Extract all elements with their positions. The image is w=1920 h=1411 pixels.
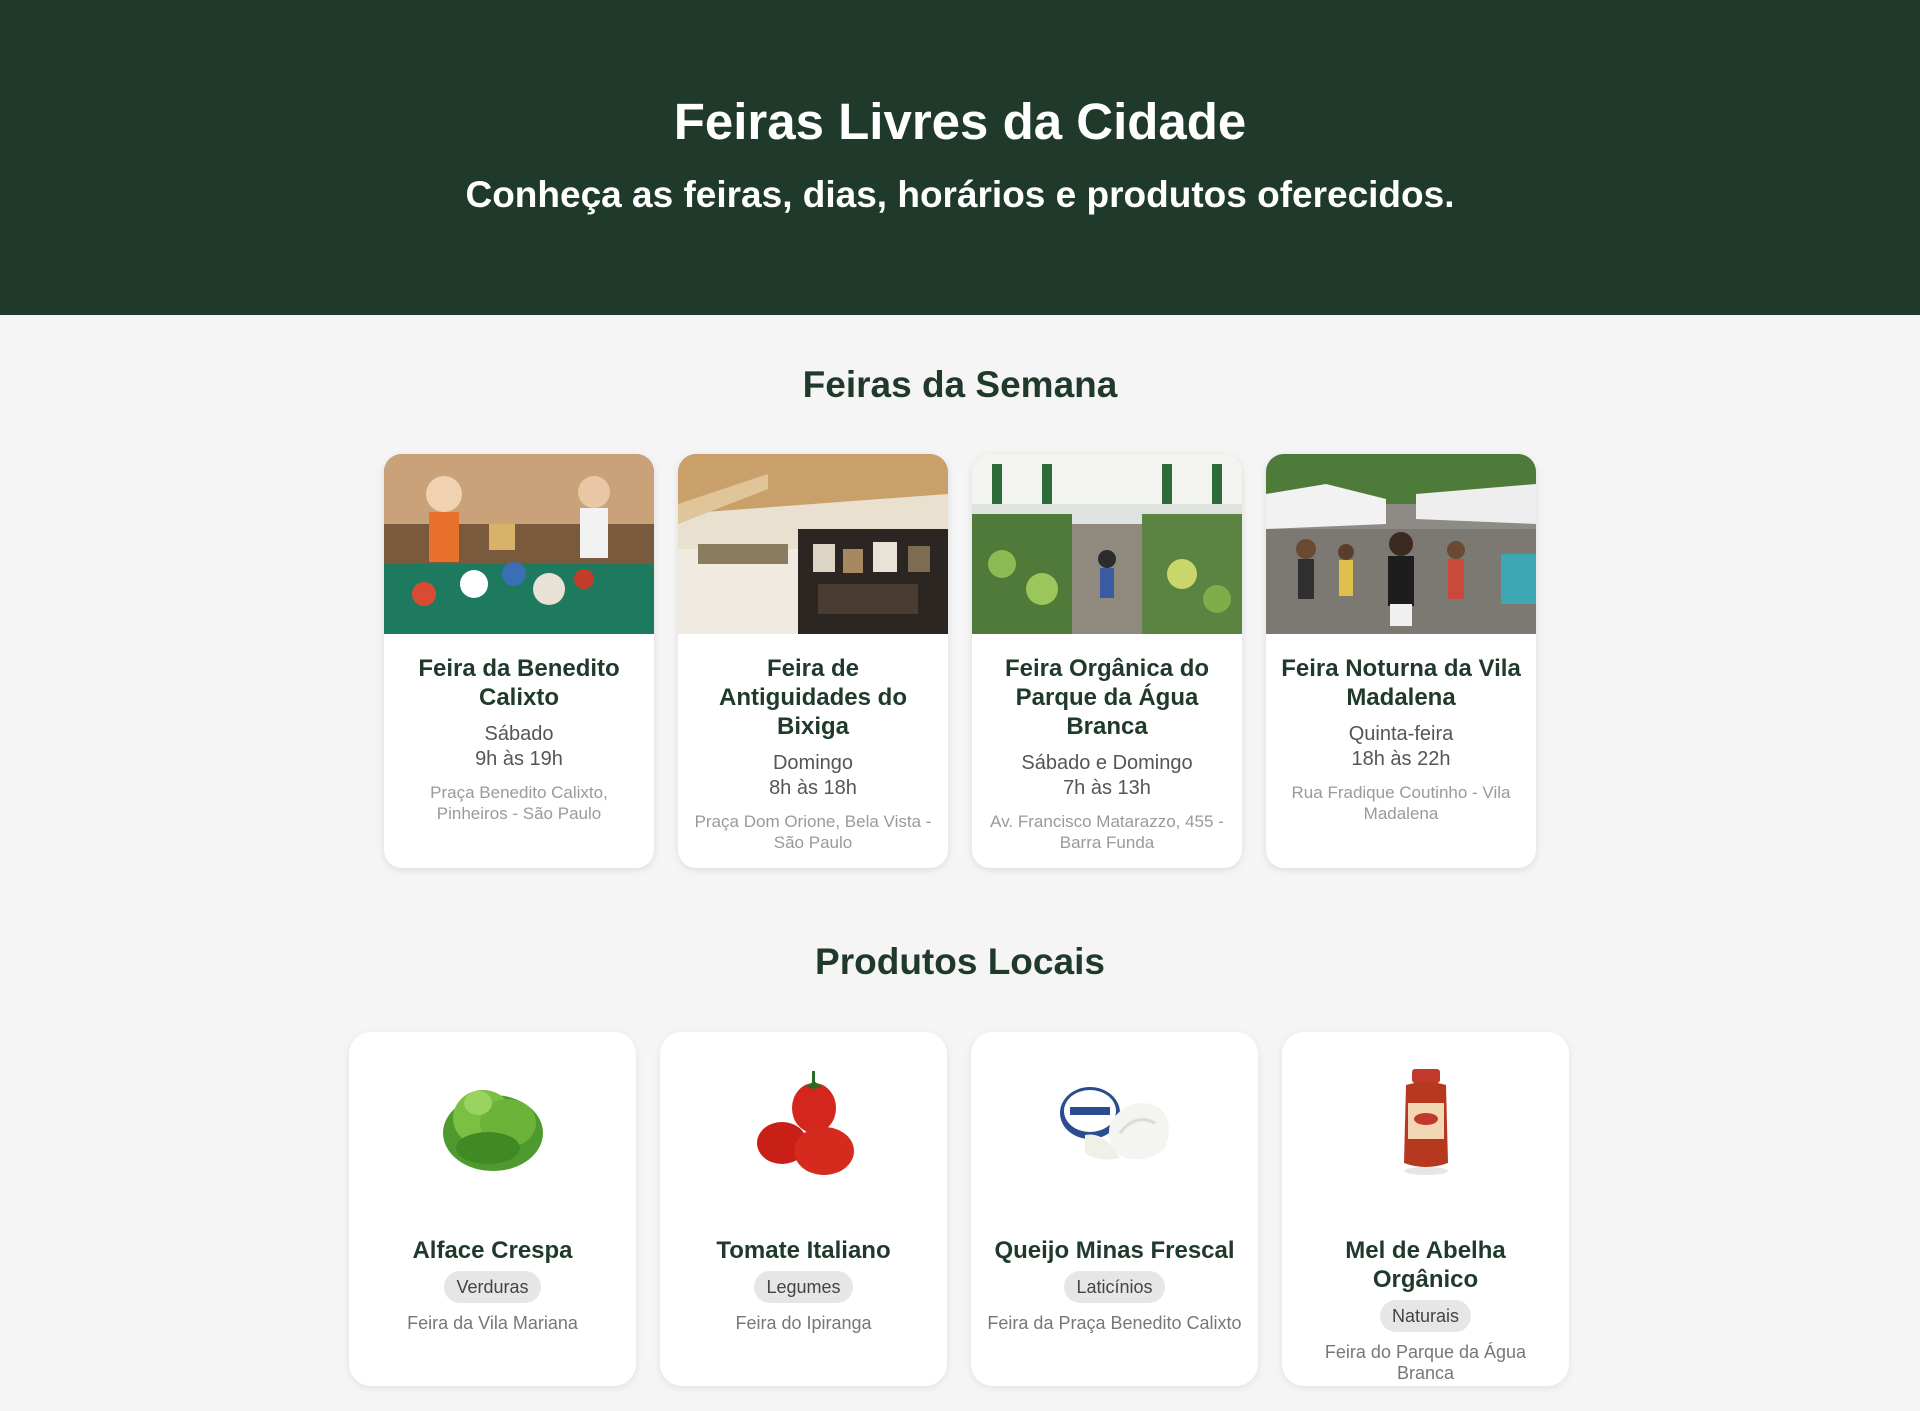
market-card[interactable]: Feira Noturna da Vila Madalena Quinta-fe… — [1266, 454, 1536, 868]
market-photo — [972, 454, 1242, 634]
market-name: Feira de Antiguidades do Bixiga — [719, 655, 907, 740]
market-photo — [1266, 454, 1536, 634]
hero-banner: Feiras Livres da Cidade Conheça as feira… — [0, 0, 1920, 315]
markets-section-title: Feiras da Semana — [802, 364, 1118, 405]
products-section-title: Produtos Locais — [815, 941, 1105, 982]
products-list: Alface Crespa Verduras Feira da Vila Mar… — [349, 1032, 1569, 1386]
category-badge: Laticínios — [1064, 1271, 1165, 1303]
cheese-image — [971, 1058, 1258, 1188]
lettuce-image — [349, 1058, 636, 1188]
market-photo — [678, 454, 948, 634]
market-address: Rua Fradique Coutinho - Vila Madalena — [1291, 783, 1511, 823]
product-name: Queijo Minas Frescal — [994, 1237, 1235, 1264]
market-hours: 18h às 22h — [1351, 748, 1451, 770]
product-fair: Feira da Vila Mariana — [407, 1313, 578, 1333]
product-fair: Feira do Parque da Água Branca — [1324, 1342, 1527, 1383]
product-card[interactable]: Mel de Abelha Orgânico Naturais Feira do… — [1282, 1032, 1569, 1386]
market-day: Quinta-feira — [1348, 723, 1454, 745]
product-fair: Feira da Praça Benedito Calixto — [987, 1313, 1242, 1333]
product-card[interactable]: Queijo Minas Frescal Laticínios Feira da… — [971, 1032, 1258, 1386]
market-day: Domingo — [772, 752, 854, 774]
market-name: Feira da Benedito Calixto — [418, 655, 620, 711]
market-day: Sábado e Domingo — [1021, 752, 1193, 774]
tomato-image — [660, 1058, 947, 1188]
markets-list: Feira da Benedito Calixto Sábado 9h às 1… — [384, 454, 1536, 868]
product-card[interactable]: Tomate Italiano Legumes Feira do Ipirang… — [660, 1032, 947, 1386]
market-day: Sábado — [484, 723, 554, 745]
market-name: Feira Orgânica do Parque da Água Branca — [1004, 655, 1210, 740]
product-card[interactable]: Alface Crespa Verduras Feira da Vila Mar… — [349, 1032, 636, 1386]
page-title: Feiras Livres da Cidade — [673, 93, 1247, 150]
page-subtitle: Conheça as feiras, dias, horários e prod… — [465, 174, 1455, 215]
market-card[interactable]: Feira da Benedito Calixto Sábado 9h às 1… — [384, 454, 654, 868]
product-name: Tomate Italiano — [716, 1237, 891, 1264]
product-fair: Feira do Ipiranga — [735, 1313, 872, 1333]
market-address: Praça Dom Orione, Bela Vista - São Paulo — [694, 812, 932, 852]
honey-image — [1282, 1058, 1569, 1188]
market-card[interactable]: Feira de Antiguidades do Bixiga Domingo … — [678, 454, 948, 868]
market-hours: 9h às 19h — [475, 748, 563, 770]
market-hours: 7h às 13h — [1063, 777, 1151, 799]
product-name: Alface Crespa — [412, 1237, 573, 1264]
market-name: Feira Noturna da Vila Madalena — [1281, 655, 1521, 711]
category-badge: Legumes — [754, 1271, 853, 1303]
market-hours: 8h às 18h — [769, 777, 857, 799]
category-badge: Naturais — [1379, 1300, 1472, 1332]
market-photo — [384, 454, 654, 634]
category-badge: Verduras — [444, 1271, 541, 1303]
market-address: Praça Benedito Calixto, Pinheiros - São … — [430, 783, 608, 823]
product-name: Mel de Abelha Orgânico — [1345, 1237, 1506, 1293]
market-card[interactable]: Feira Orgânica do Parque da Água Branca … — [972, 454, 1242, 868]
market-address: Av. Francisco Matarazzo, 455 - Barra Fun… — [990, 812, 1224, 852]
